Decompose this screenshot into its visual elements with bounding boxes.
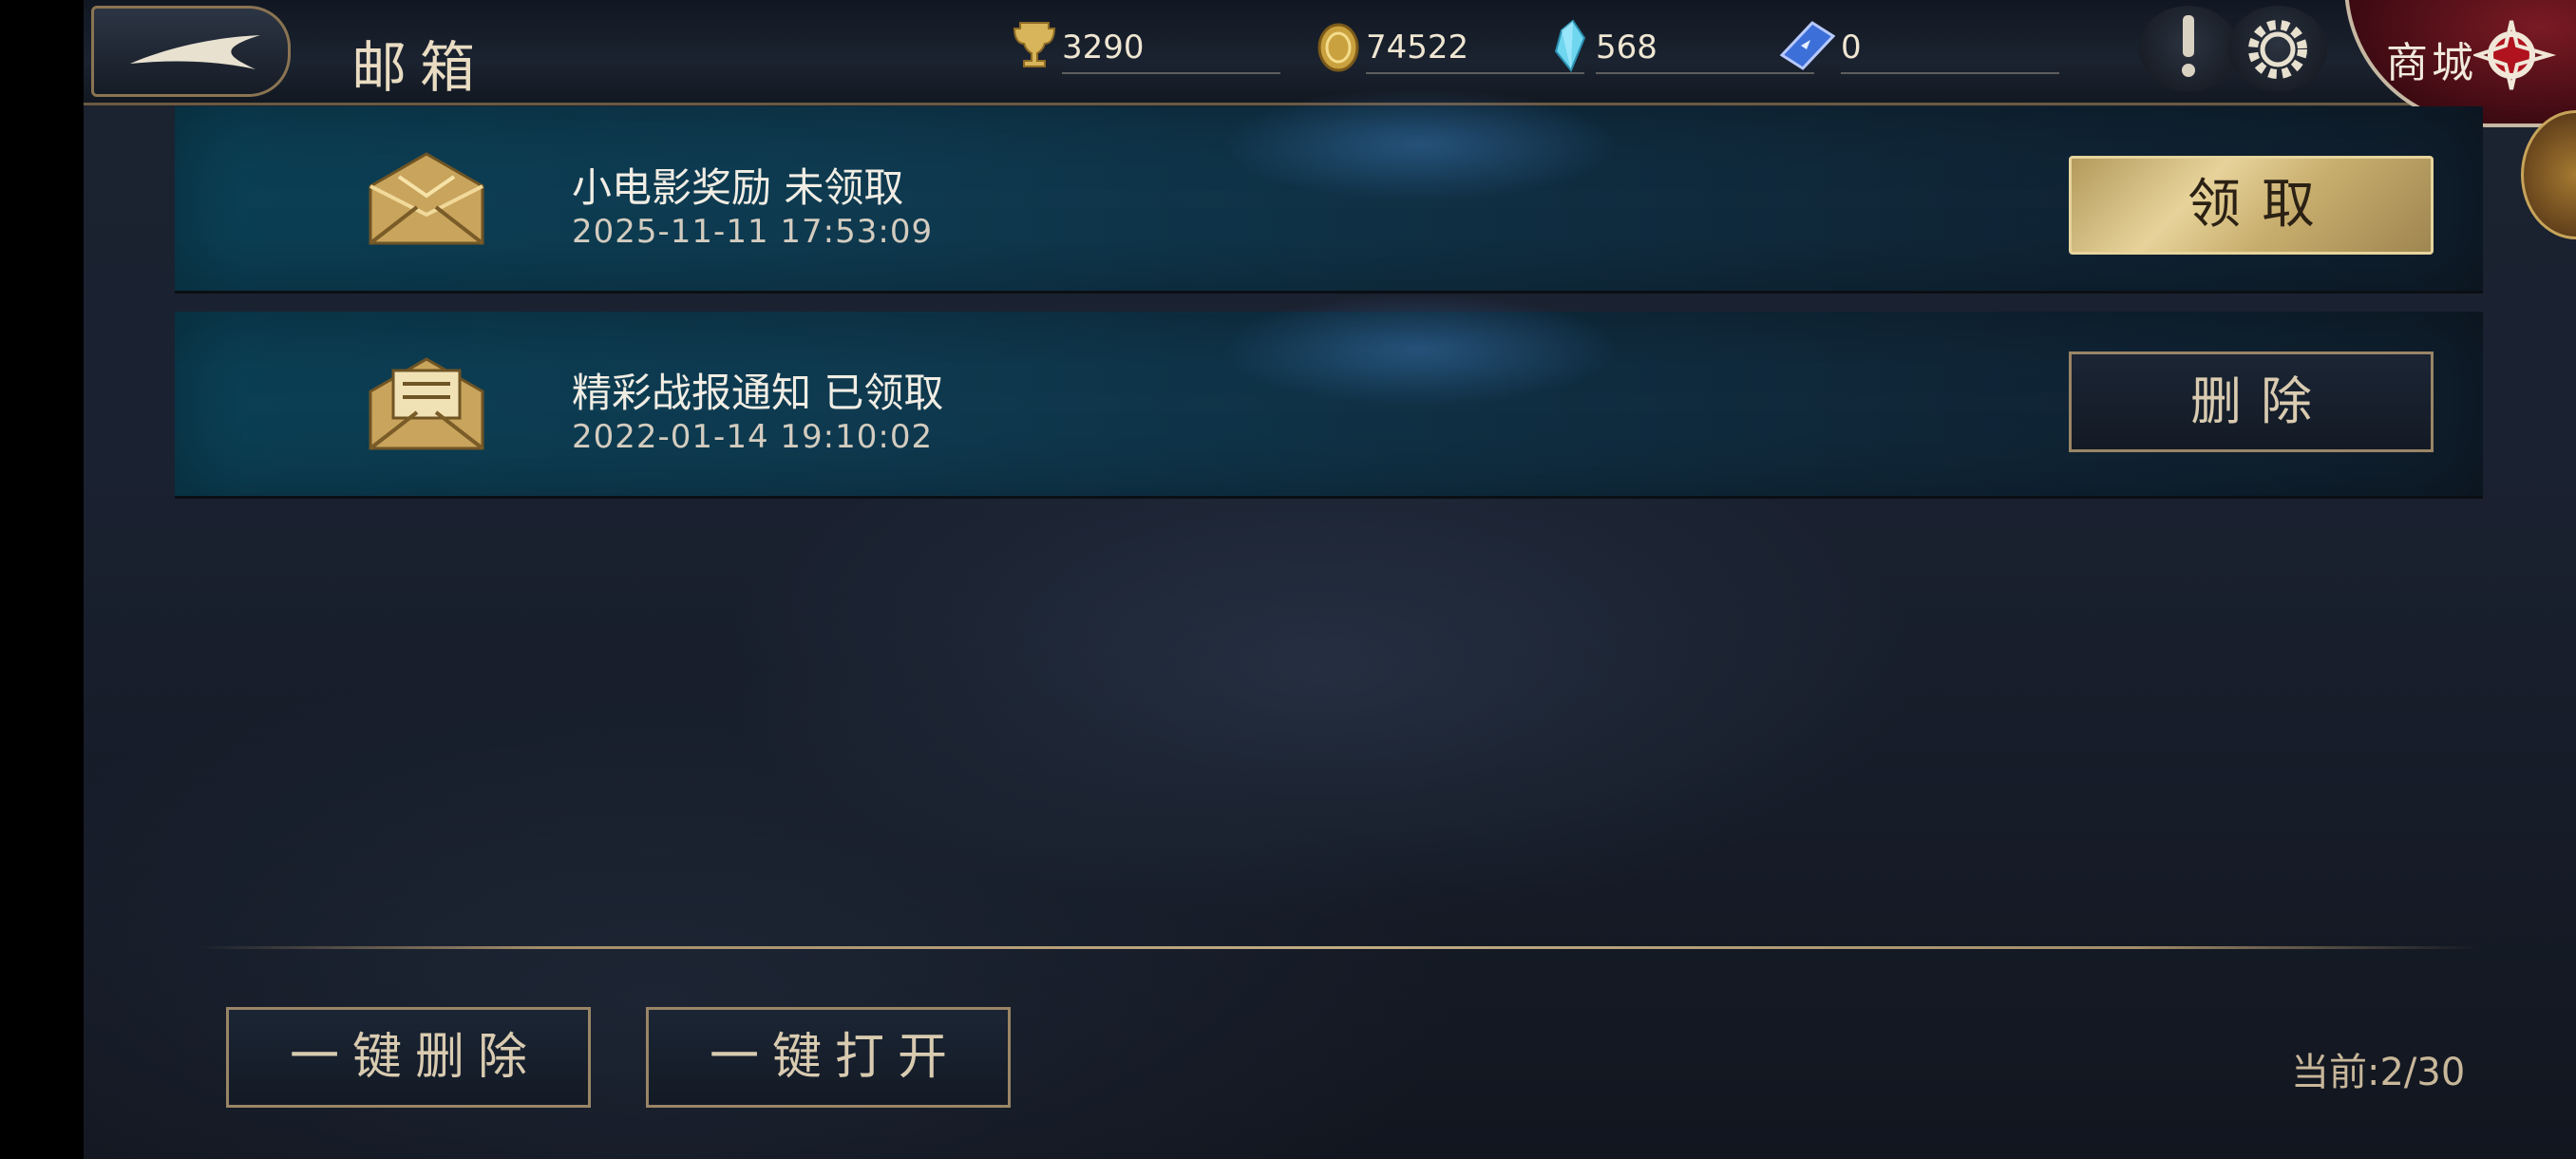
open-letter-icon bbox=[369, 357, 484, 450]
side-gift-button[interactable] bbox=[2521, 110, 2576, 239]
trophy-icon bbox=[1013, 22, 1056, 67]
mail-title: 小电影奖励 未领取 bbox=[572, 164, 904, 211]
settings-button[interactable] bbox=[2228, 6, 2327, 91]
mail-time: 2025-11-11 17:53:09 bbox=[572, 213, 934, 251]
shop-label: 商城 bbox=[2386, 39, 2477, 87]
closed-envelope-icon bbox=[369, 152, 484, 245]
exclamation-icon bbox=[2182, 15, 2195, 77]
mailbox-screen: 邮箱 3290 74522 568 0 商城 小电影奖励 未领取 2025-11… bbox=[84, 0, 2576, 1159]
ticket-value: 0 bbox=[1841, 28, 2059, 74]
shop-gem-icon bbox=[2473, 20, 2557, 90]
mail-item[interactable]: 精彩战报通知 已领取 2022-01-14 19:10:02 删除 bbox=[175, 293, 2483, 499]
back-arrow-icon bbox=[130, 35, 260, 69]
gold-coin-icon bbox=[1317, 23, 1359, 72]
notice-button[interactable] bbox=[2139, 6, 2238, 91]
back-button[interactable] bbox=[91, 6, 291, 97]
mail-count: 当前:2/30 bbox=[2291, 1051, 2466, 1094]
mail-item[interactable]: 小电影奖励 未领取 2025-11-11 17:53:09 领取 bbox=[175, 87, 2483, 294]
trophy-value: 3290 bbox=[1062, 28, 1280, 74]
gear-icon bbox=[2248, 20, 2307, 79]
crystal-icon bbox=[1554, 19, 1586, 72]
mail-title: 精彩战报通知 已领取 bbox=[572, 370, 944, 416]
claim-button[interactable]: 领取 bbox=[2069, 156, 2434, 255]
ticket-icon bbox=[1779, 21, 1835, 70]
divider bbox=[198, 946, 2477, 949]
mail-time: 2022-01-14 19:10:02 bbox=[572, 418, 934, 456]
open-all-button[interactable]: 一键打开 bbox=[646, 1007, 1011, 1108]
page-title: 邮箱 bbox=[351, 35, 489, 100]
delete-all-button[interactable]: 一键删除 bbox=[226, 1007, 591, 1108]
delete-button[interactable]: 删除 bbox=[2069, 352, 2434, 452]
